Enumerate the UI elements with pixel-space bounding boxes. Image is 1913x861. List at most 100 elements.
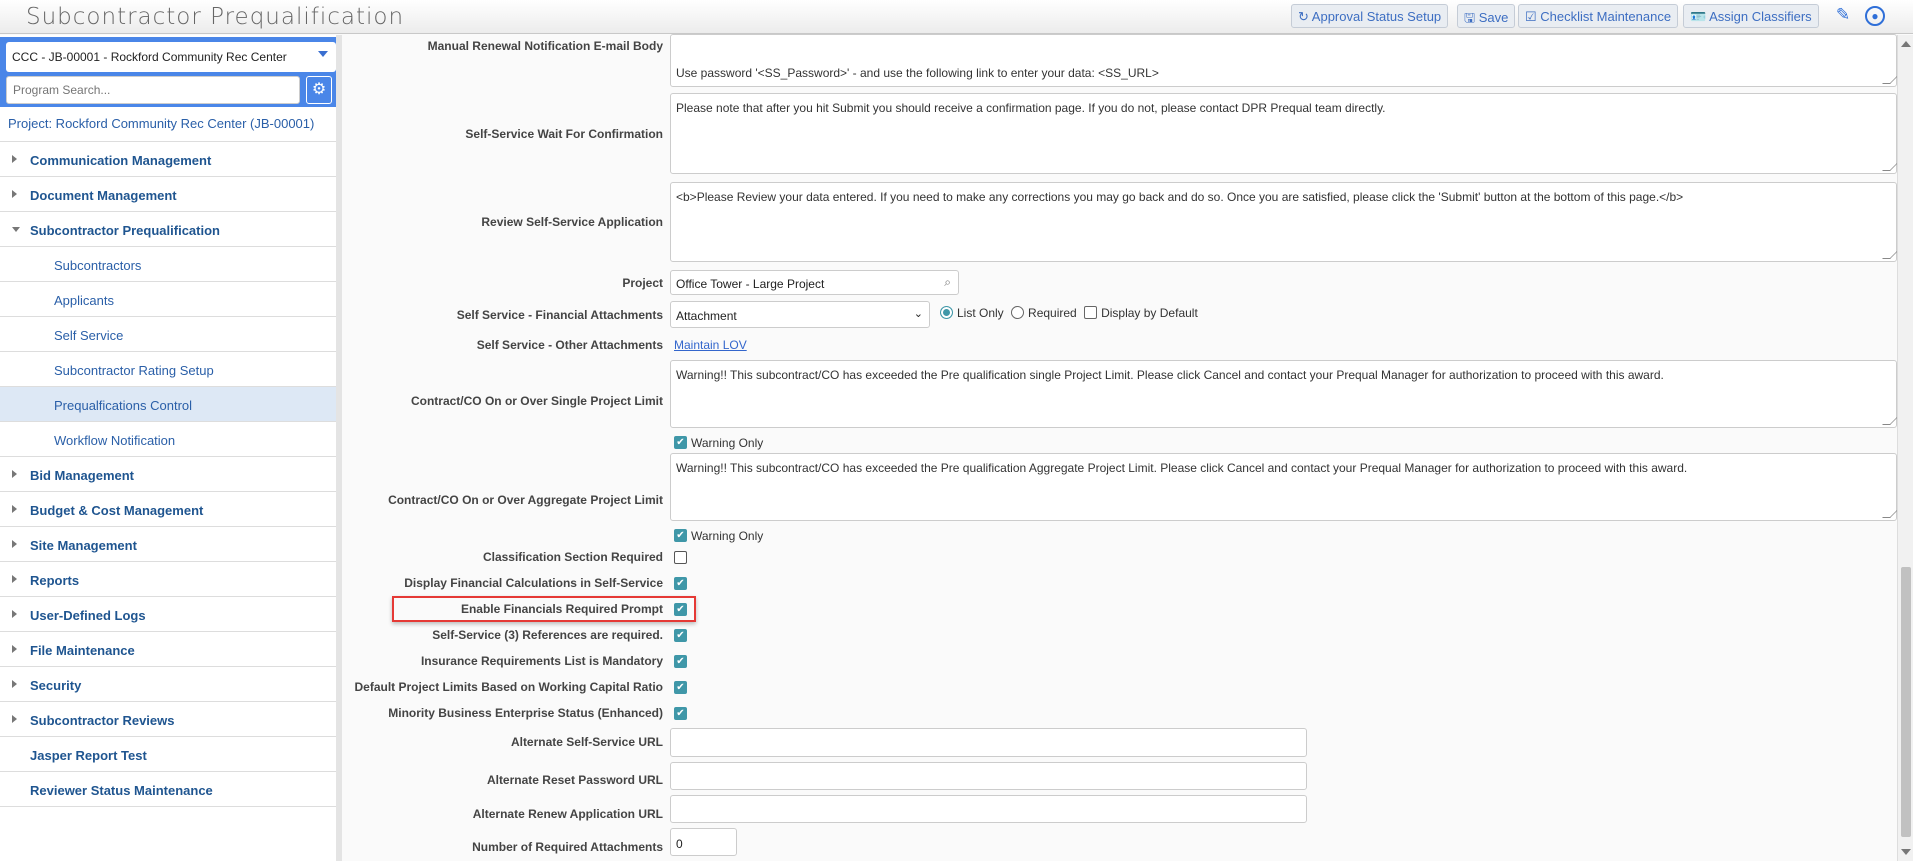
search-icon[interactable]: ⌕ [944, 275, 951, 290]
sidebar-item-security[interactable]: Security [0, 667, 336, 702]
required-radio[interactable] [1011, 306, 1025, 319]
check-label: Self-Service (3) References are required… [432, 628, 663, 642]
project-value: Office Tower - Large Project [676, 277, 825, 291]
sidebar-subitem-workflow-notification[interactable]: Workflow Notification [0, 422, 336, 457]
project-lookup-input[interactable]: Office Tower - Large Project ⌕ [670, 270, 959, 295]
alt-ss-url-input[interactable] [670, 728, 1307, 757]
list-only-radio[interactable] [940, 306, 953, 319]
edit-icon[interactable]: ✎ [1832, 5, 1854, 27]
manual-renewal-textarea[interactable]: Use password '<SS_Password>' - and use t… [670, 34, 1898, 87]
resize-grip-icon[interactable] [1882, 510, 1898, 518]
alt-reset-url-label: Alternate Reset Password URL [486, 773, 663, 787]
scroll-thumb[interactable] [1901, 567, 1911, 837]
display-default-checkbox[interactable] [1084, 306, 1098, 319]
gear-icon[interactable]: ⚙ [306, 76, 332, 104]
scroll-down-icon[interactable] [1901, 849, 1911, 855]
alt-renew-url-label: Alternate Renew Application URL [472, 807, 663, 821]
caret-right-icon [12, 575, 17, 583]
user-profile-icon[interactable]: ● [1865, 6, 1885, 26]
caret-right-icon [12, 610, 17, 618]
resize-grip-icon[interactable] [1882, 251, 1898, 259]
form-panel: Manual Renewal Notification E-mail Body … [348, 34, 1898, 861]
caret-right-icon [12, 645, 17, 653]
check-label: Minority Business Enterprise Status (Enh… [388, 706, 663, 720]
textarea-text: Use password '<SS_Password>' - and use t… [676, 66, 1159, 80]
sidebar-item-subcontractor-reviews[interactable]: Subcontractor Reviews [0, 702, 336, 737]
project-label: Project [622, 276, 663, 290]
aggregate-limit-textarea[interactable]: Warning!! This subcontract/CO has exceed… [670, 453, 1898, 521]
sidebar-top-panel: CCC - JB-00001 - Rockford Community Rec … [0, 37, 336, 107]
app-header: Subcontractor Prequalification ↻ Approva… [0, 0, 1913, 34]
enable-financials-prompt-checkbox[interactable]: ✔ [674, 603, 687, 616]
sidebar-subitem-prequalifications-control[interactable]: Prequalfications Control [0, 387, 336, 422]
sidebar-item-budget[interactable]: Budget & Cost Management [0, 492, 336, 527]
chevron-down-icon [318, 51, 328, 57]
single-limit-label: Contract/CO On or Over Single Project Li… [410, 394, 663, 408]
wait-confirm-textarea[interactable]: Please note that after you hit Submit yo… [670, 93, 1898, 174]
num-attachments-input[interactable]: 0 [670, 828, 737, 856]
financial-attachments-select[interactable]: Attachment ⌄ [670, 301, 930, 328]
sidebar-subitem-rating-setup[interactable]: Subcontractor Rating Setup [0, 352, 336, 387]
project-select-value: CCC - JB-00001 - Rockford Community Rec … [12, 50, 287, 64]
sidebar-item-communication[interactable]: Communication Management [0, 142, 336, 177]
program-search-input[interactable] [6, 76, 300, 104]
sidebar-subitem-subcontractors[interactable]: Subcontractors [0, 247, 336, 282]
resize-grip-icon[interactable] [1882, 417, 1898, 425]
textarea-text: Warning!! This subcontract/CO has exceed… [676, 368, 1664, 382]
alt-ss-url-label: Alternate Self-Service URL [510, 735, 663, 749]
scroll-up-icon[interactable] [1901, 41, 1911, 47]
caret-right-icon [12, 540, 17, 548]
single-warning-label: Warning Only [691, 436, 764, 450]
default-project-limits-checkbox[interactable]: ✔ [674, 681, 687, 694]
textarea-text: Warning!! This subcontract/CO has exceed… [676, 461, 1688, 475]
sidebar-item-document[interactable]: Document Management [0, 177, 336, 212]
assign-classifiers-button[interactable]: 🪪 Assign Classifiers [1683, 4, 1819, 28]
project-select[interactable]: CCC - JB-00001 - Rockford Community Rec … [6, 42, 336, 72]
vertical-scrollbar[interactable] [1897, 35, 1913, 861]
caret-down-icon [12, 227, 20, 232]
sidebar-item-jasper-report-test[interactable]: Jasper Report Test [0, 737, 336, 772]
alt-reset-url-input[interactable] [670, 762, 1307, 790]
check-label: Enable Financials Required Prompt [460, 602, 663, 616]
classification-required-checkbox[interactable] [674, 551, 687, 564]
sidebar-item-reviewer-status[interactable]: Reviewer Status Maintenance [0, 772, 336, 807]
check-label: Display Financial Calculations in Self-S… [404, 576, 663, 590]
caret-right-icon [12, 715, 17, 723]
resize-grip-icon[interactable] [1882, 163, 1898, 171]
sidebar-item-reports[interactable]: Reports [0, 562, 336, 597]
project-link[interactable]: Project: Rockford Community Rec Center (… [8, 116, 314, 131]
save-button[interactable]: 🖫 Save [1457, 4, 1516, 28]
approval-status-setup-button[interactable]: ↻ Approval Status Setup [1291, 4, 1449, 28]
sidebar-subitem-self-service[interactable]: Self Service [0, 317, 336, 352]
sidebar-item-bid[interactable]: Bid Management [0, 457, 336, 492]
review-textarea[interactable]: <b>Please Review your data entered. If y… [670, 182, 1898, 262]
display-financial-calc-checkbox[interactable]: ✔ [674, 577, 687, 590]
review-label: Review Self-Service Application [481, 215, 663, 229]
sidebar-item-file-maintenance[interactable]: File Maintenance [0, 632, 336, 667]
aggregate-warning-checkbox[interactable]: ✔ [674, 529, 687, 542]
references-required-checkbox[interactable]: ✔ [674, 629, 687, 642]
insurance-mandatory-checkbox[interactable]: ✔ [674, 655, 687, 668]
financial-attachments-label: Self Service - Financial Attachments [456, 308, 663, 322]
alt-renew-url-input[interactable] [670, 795, 1307, 823]
nav-menu: Communication Management Document Manage… [0, 141, 336, 807]
resize-grip-icon[interactable] [1882, 76, 1898, 84]
single-warning-checkbox[interactable]: ✔ [674, 436, 687, 449]
aggregate-limit-label: Contract/CO On or Over Aggregate Project… [388, 493, 663, 507]
single-limit-textarea[interactable]: Warning!! This subcontract/CO has exceed… [670, 360, 1898, 428]
maintain-lov-link[interactable]: Maintain LOV [674, 338, 747, 352]
check-label: Insurance Requirements List is Mandatory [420, 654, 663, 668]
sidebar-subitem-applicants[interactable]: Applicants [0, 282, 336, 317]
minority-business-checkbox[interactable]: ✔ [674, 707, 687, 720]
select-value: Attachment [676, 309, 737, 323]
page-title: Subcontractor Prequalification [26, 4, 405, 30]
sidebar: CCC - JB-00001 - Rockford Community Rec … [0, 35, 342, 861]
check-label: Default Project Limits Based on Working … [354, 680, 664, 694]
sidebar-item-user-defined-logs[interactable]: User-Defined Logs [0, 597, 336, 632]
sidebar-item-subcontractor-prequalification[interactable]: Subcontractor Prequalification [0, 212, 336, 247]
caret-right-icon [12, 190, 17, 198]
num-attachments-label: Number of Required Attachments [472, 840, 663, 854]
checklist-maintenance-button[interactable]: ☑ Checklist Maintenance [1518, 4, 1679, 28]
sidebar-item-site[interactable]: Site Management [0, 527, 336, 562]
checkbox-icon: ☑ [1525, 9, 1541, 24]
